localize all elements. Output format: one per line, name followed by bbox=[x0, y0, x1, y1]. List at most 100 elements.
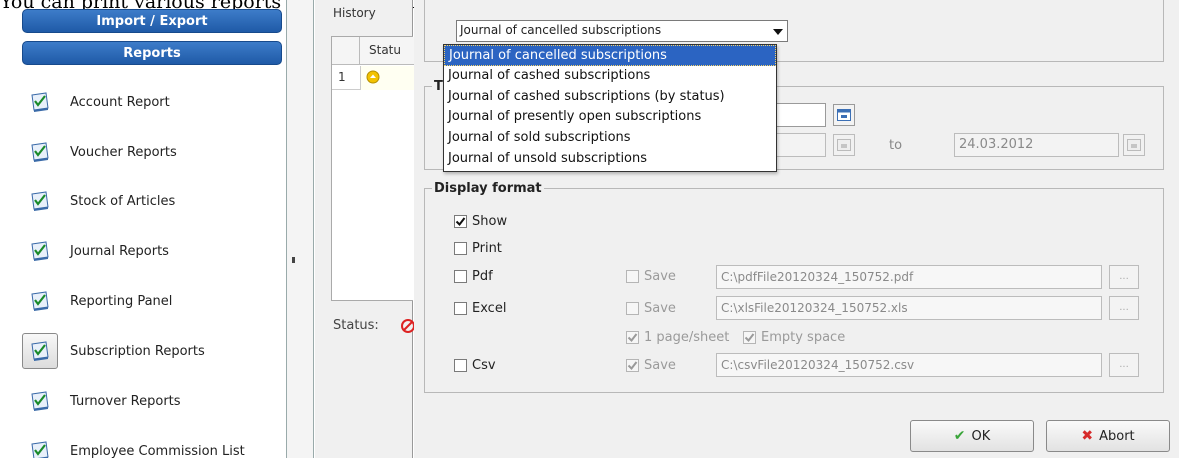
report-type-dropdown-list[interactable]: Journal of cancelled subscriptions Journa… bbox=[443, 44, 777, 172]
checkmark-icon bbox=[744, 333, 755, 343]
sidebar-item-account-report[interactable]: Account Report bbox=[22, 82, 282, 122]
pdf-browse-button: ... bbox=[1109, 265, 1139, 289]
sidebar-item-turnover-reports[interactable]: Turnover Reports bbox=[22, 381, 282, 421]
show-checkbox[interactable] bbox=[454, 215, 467, 228]
sidebar-item-journal-reports[interactable]: Journal Reports bbox=[22, 231, 282, 271]
history-table: Statu 1 bbox=[331, 36, 414, 301]
status-warning-icon bbox=[366, 70, 380, 84]
print-checkbox-row[interactable]: Print bbox=[454, 241, 502, 256]
history-title: History bbox=[333, 6, 376, 20]
report-check-icon bbox=[22, 283, 58, 319]
sidebar-item-label: Voucher Reports bbox=[70, 144, 177, 160]
report-check-icon bbox=[22, 333, 58, 369]
nav-header-reports[interactable]: Reports bbox=[22, 41, 282, 65]
display-format-legend: Display format bbox=[432, 181, 544, 196]
checkmark-icon bbox=[627, 361, 638, 371]
csv-checkbox[interactable] bbox=[454, 359, 467, 372]
sidebar-item-voucher-reports[interactable]: Voucher Reports bbox=[22, 132, 282, 172]
sidebar: Import / Export Reports Account Report Vo… bbox=[0, 9, 300, 458]
splitter[interactable] bbox=[286, 0, 314, 458]
dropdown-option[interactable]: Journal of cashed subscriptions bbox=[444, 66, 776, 87]
excel-path-input: C:\xlsFile20120324_150752.xls bbox=[716, 296, 1102, 320]
dropdown-option[interactable]: Journal of cashed subscriptions (by stat… bbox=[444, 87, 776, 108]
pdf-label: Pdf bbox=[472, 269, 493, 284]
dropdown-option[interactable]: Journal of presently open subscriptions bbox=[444, 107, 776, 128]
report-check-icon bbox=[22, 183, 58, 219]
sidebar-item-reporting-panel[interactable]: Reporting Panel bbox=[22, 281, 282, 321]
report-check-icon bbox=[22, 233, 58, 269]
abort-button[interactable]: ✖ Abort bbox=[1046, 420, 1170, 452]
to-label: to bbox=[889, 138, 903, 153]
row-number-header bbox=[332, 37, 360, 65]
checkmark-icon bbox=[455, 217, 466, 227]
one-page-checkbox bbox=[626, 331, 639, 344]
range-start-calendar-button bbox=[833, 134, 855, 156]
sidebar-item-subscription-reports[interactable]: Subscription Reports bbox=[22, 331, 282, 371]
status-column-header[interactable]: Statu bbox=[369, 43, 401, 57]
table-row[interactable]: 1 bbox=[332, 66, 414, 90]
pdf-checkbox-row[interactable]: Pdf bbox=[454, 269, 493, 284]
excel-save-label: Save bbox=[644, 301, 676, 316]
empty-space-row: Empty space bbox=[743, 330, 845, 345]
range-end-calendar-button bbox=[1123, 134, 1145, 156]
print-checkbox[interactable] bbox=[454, 242, 467, 255]
excel-browse-button: ... bbox=[1109, 296, 1139, 320]
one-page-label: 1 page/sheet bbox=[644, 330, 730, 345]
from-date-calendar-button[interactable] bbox=[833, 104, 855, 126]
sidebar-item-label: Stock of Articles bbox=[70, 193, 176, 209]
csv-save-checkbox bbox=[626, 359, 639, 372]
dropdown-option[interactable]: Journal of unsold subscriptions bbox=[444, 149, 776, 170]
ok-label: OK bbox=[971, 428, 991, 444]
pdf-checkbox[interactable] bbox=[454, 270, 467, 283]
pdf-save-label: Save bbox=[644, 269, 676, 284]
report-check-icon bbox=[22, 433, 58, 458]
nav-header-import-export[interactable]: Import / Export bbox=[22, 9, 282, 33]
excel-checkbox-row[interactable]: Excel bbox=[454, 301, 506, 316]
excel-save-row: Save bbox=[626, 301, 676, 316]
close-icon: ✖ bbox=[1081, 428, 1094, 444]
status-cell[interactable] bbox=[361, 66, 414, 90]
sidebar-item-stock-of-articles[interactable]: Stock of Articles bbox=[22, 181, 282, 221]
csv-save-label: Save bbox=[644, 358, 676, 373]
history-header: Statu bbox=[332, 37, 414, 65]
ok-button[interactable]: ✔ OK bbox=[910, 420, 1034, 452]
sidebar-item-employee-commission-list[interactable]: Employee Commission List bbox=[22, 431, 282, 458]
status-label: Status: bbox=[333, 318, 379, 333]
csv-checkbox-row[interactable]: Csv bbox=[454, 358, 496, 373]
splitter-handle[interactable] bbox=[292, 257, 295, 263]
sidebar-item-label: Turnover Reports bbox=[70, 393, 181, 409]
report-type-value: Journal of cancelled subscriptions bbox=[460, 23, 662, 37]
no-entry-icon bbox=[401, 319, 415, 333]
empty-space-checkbox bbox=[743, 331, 756, 344]
sidebar-item-label: Reporting Panel bbox=[70, 293, 173, 309]
checkmark-icon bbox=[627, 333, 638, 343]
report-type-select[interactable]: Journal of cancelled subscriptions bbox=[456, 20, 788, 42]
csv-path-input: C:\csvFile20120324_150752.csv bbox=[716, 353, 1102, 377]
checkmark-icon: ✔ bbox=[953, 428, 966, 444]
dropdown-option[interactable]: Journal of cancelled subscriptions bbox=[444, 45, 776, 66]
show-checkbox-row[interactable]: Show bbox=[454, 214, 507, 229]
sidebar-item-label: Subscription Reports bbox=[70, 343, 205, 359]
pdf-path-input: C:\pdfFile20120324_150752.pdf bbox=[716, 265, 1102, 289]
calendar-icon bbox=[837, 109, 851, 121]
report-check-icon bbox=[22, 383, 58, 419]
calendar-icon bbox=[1127, 139, 1141, 151]
excel-label: Excel bbox=[472, 301, 507, 316]
dropdown-option[interactable]: Journal of sold subscriptions bbox=[444, 128, 776, 149]
sidebar-item-label: Journal Reports bbox=[70, 243, 169, 259]
report-check-icon bbox=[22, 84, 58, 120]
pdf-save-row: Save bbox=[626, 269, 676, 284]
csv-save-row: Save bbox=[626, 358, 676, 373]
history-panel: History Statu 1 Status: bbox=[315, 0, 415, 458]
row-number: 1 bbox=[338, 70, 346, 84]
range-end-input: 24.03.2012 bbox=[954, 133, 1119, 157]
report-check-icon bbox=[22, 134, 58, 170]
excel-save-checkbox bbox=[626, 302, 639, 315]
one-page-row: 1 page/sheet bbox=[626, 330, 729, 345]
empty-space-label: Empty space bbox=[761, 330, 846, 345]
excel-checkbox[interactable] bbox=[454, 302, 467, 315]
sidebar-item-label: Employee Commission List bbox=[70, 443, 245, 458]
chevron-down-icon[interactable] bbox=[773, 29, 783, 35]
calendar-icon bbox=[837, 139, 851, 151]
csv-browse-button: ... bbox=[1109, 353, 1139, 377]
